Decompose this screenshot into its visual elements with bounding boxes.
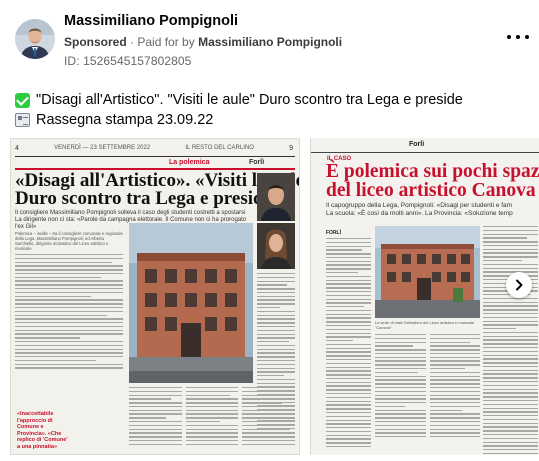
masthead-date: VENERDÌ — 23 SETTEMBRE 2022 — [54, 145, 151, 151]
post-text-line-1: "Disagi all'Artistico". "Visiti le aule"… — [15, 92, 463, 108]
page-corner: 9 — [289, 145, 293, 152]
article-column-middle — [375, 334, 480, 455]
building-photo — [129, 223, 253, 383]
article-column-right — [483, 226, 538, 455]
sponsored-line: Sponsored · Paid for by Massimiliano Pom… — [64, 35, 342, 49]
avatar[interactable] — [15, 19, 55, 59]
subhead-line-2: La scuola: «È così da molti anni». La Pr… — [326, 210, 513, 217]
post-header: Massimiliano Pompignoli Sponsored · Paid… — [0, 0, 539, 80]
subhead-line-1: Il capogruppo della Lega, Pompignoli: «D… — [326, 202, 513, 209]
carousel-next-button[interactable] — [506, 272, 532, 298]
portrait-photo-1 — [257, 173, 295, 221]
post-text-headline: "Disagi all'Artistico". "Visiti le aule"… — [36, 92, 463, 108]
man-portrait-icon — [257, 173, 295, 221]
masthead: 4 VENERDÌ — 23 SETTEMBRE 2022 IL RESTO D… — [15, 145, 293, 155]
page-number: 4 — [15, 145, 19, 152]
paid-for-name[interactable]: Massimiliano Pompignoli — [198, 35, 342, 49]
masthead-paper: IL RESTO DEL CARLINO — [185, 145, 254, 151]
city-label: Forlì — [249, 159, 265, 166]
sponsored-label[interactable]: Sponsored — [64, 35, 127, 49]
carousel-card-1[interactable]: 4 VENERDÌ — 23 SETTEMBRE 2022 IL RESTO D… — [10, 138, 300, 455]
liceo-building-image-icon — [375, 226, 480, 318]
article-headline: È polemica sui pochi spaz del liceo arti… — [326, 161, 539, 201]
woman-portrait-icon — [257, 223, 295, 269]
article-body-intro: Polemica – inutile – tra il consigliere … — [15, 231, 123, 251]
newspaper-emoji-icon — [15, 113, 30, 127]
divider — [311, 152, 539, 153]
image-carousel[interactable]: 4 VENERDÌ — 23 SETTEMBRE 2022 IL RESTO D… — [10, 138, 539, 455]
pull-quote: «Inaccettabile l'approccio di Comune e P… — [17, 411, 68, 450]
ad-id: ID: 1526545157802805 — [64, 54, 191, 68]
subhead-line-1: Il consigliere Massimiliano Pompignoli s… — [15, 210, 246, 216]
ellipsis-icon[interactable] — [507, 30, 529, 44]
school-photo — [375, 226, 480, 318]
portrait-photo-2 — [257, 223, 295, 269]
divider — [15, 156, 295, 157]
separator-dot: · — [130, 35, 135, 49]
check-mark-emoji-icon — [15, 92, 30, 108]
school-building-image-icon — [129, 223, 253, 383]
article-column-left: FORLÌ — [326, 230, 371, 455]
article-side-column — [257, 273, 295, 453]
ad-id-value: 1526545157802805 — [83, 54, 192, 68]
headline-line-1: È polemica sui pochi spaz — [326, 161, 539, 182]
carousel-card-2[interactable]: Forlì IL CASO È polemica sui pochi spaz … — [310, 138, 539, 455]
article-subhead: Il capogruppo della Lega, Pompignoli: «D… — [326, 202, 539, 218]
photo-caption: La sede di viale Salinatore del Liceo ar… — [375, 320, 475, 330]
city-label: Forlì — [409, 141, 425, 148]
headline-line-2: Duro scontro tra Lega e preside — [15, 188, 273, 209]
column-label: FORLÌ — [326, 230, 341, 236]
section-label: La polemica — [169, 159, 210, 166]
author-name[interactable]: Massimiliano Pompignoli — [64, 13, 238, 29]
headline-line-2: del liceo artistico Canova — [326, 180, 536, 201]
post-text-line-2: Rassegna stampa 23.09.22 — [15, 112, 213, 128]
article-body-column: Polemica – inutile – tra il consigliere … — [15, 231, 123, 371]
paid-for-label: Paid for by — [137, 35, 195, 49]
author-photo-icon — [15, 19, 55, 59]
post-text-review: Rassegna stampa 23.09.22 — [36, 112, 214, 128]
ad-id-label: ID: — [64, 54, 80, 68]
chevron-right-icon — [516, 279, 523, 291]
article-headline: «Disagi all'Artistico». «Visiti le aule»… — [15, 171, 299, 209]
